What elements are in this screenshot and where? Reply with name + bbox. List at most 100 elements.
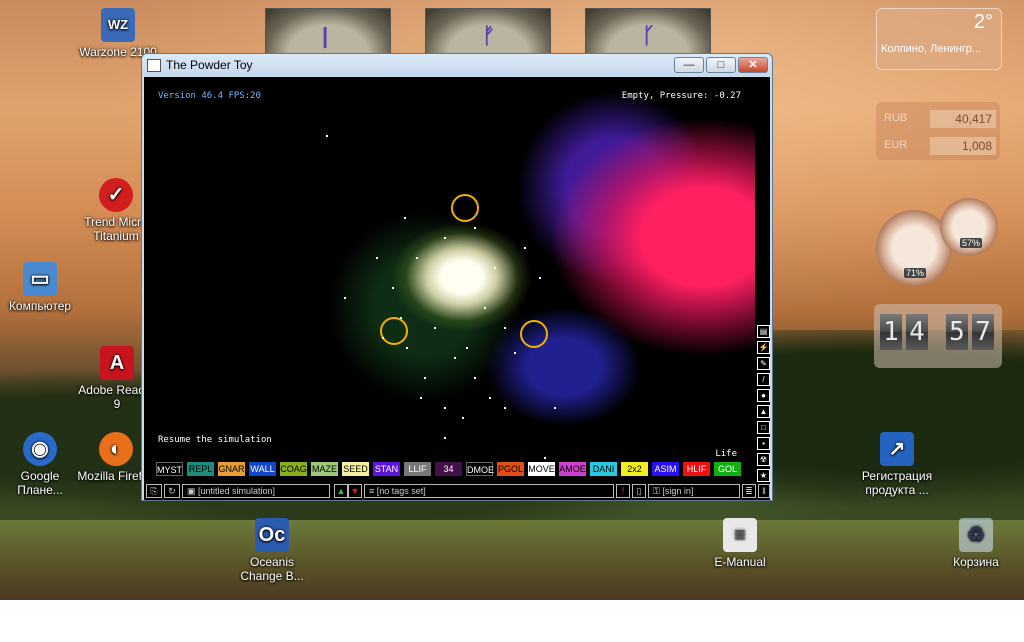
reload-icon[interactable]: ↻: [164, 484, 180, 498]
menu-life-icon[interactable]: ★: [757, 469, 770, 482]
particle: [382, 337, 384, 339]
particle: [494, 267, 496, 269]
desktop-icon-warzone[interactable]: WZ Warzone 2100: [76, 8, 160, 59]
powder-toy-window[interactable]: The Powder Toy — □ ✕ Version 46.4 FPS:20…: [141, 53, 773, 501]
currency-row-eur: EUR 1,008: [884, 137, 996, 155]
desktop: | ᚠ ᚴ WZ Warzone 2100 ✓ Trend Micro Tita…: [0, 0, 1024, 600]
gadget-thumbnail[interactable]: |: [265, 8, 391, 54]
save-name-field[interactable]: ▣ [untitled simulation]: [182, 484, 330, 498]
menu-gases-icon[interactable]: ▲: [757, 405, 770, 418]
app-icon: [147, 59, 161, 72]
particle: [466, 347, 468, 349]
element-button-maze[interactable]: MAZE: [311, 462, 338, 476]
particle: [416, 257, 418, 259]
element-button-myst[interactable]: MYST: [156, 462, 183, 476]
vote-down-icon[interactable]: ▼: [348, 484, 362, 498]
recycle-bin-icon: ♻: [959, 518, 993, 552]
menu-solids-icon[interactable]: □: [757, 421, 770, 434]
adobe-reader-icon: A: [100, 346, 134, 380]
desktop-icon-google-earth[interactable]: ◉ Google Плане...: [0, 432, 82, 497]
tags-field[interactable]: ≡ [no tags set]: [364, 484, 614, 498]
vote-up-icon[interactable]: ▲: [334, 484, 348, 498]
element-button-34[interactable]: 34: [435, 462, 462, 476]
selected-element-label: Life: [715, 449, 737, 459]
minimize-button[interactable]: —: [674, 57, 704, 73]
menu-radioactive-icon[interactable]: ☢: [757, 453, 770, 466]
particle: [489, 397, 491, 399]
flip-clock-gadget[interactable]: 1 4 5 7: [874, 304, 1002, 368]
element-button-gnar[interactable]: GNAR: [218, 462, 245, 476]
bottom-bar: ⎘ ↻ ▣ [untitled simulation] ▲ ▼ ≡ [no ta…: [144, 482, 770, 500]
particle: [406, 347, 408, 349]
weather-temperature: 2°: [973, 11, 993, 33]
particle: [420, 397, 422, 399]
element-button-seed[interactable]: SEED: [342, 462, 369, 476]
element-button-hlif[interactable]: HLIF: [683, 462, 710, 476]
element-button-repl[interactable]: REPL: [187, 462, 214, 476]
trend-micro-icon: ✓: [99, 178, 133, 212]
wallpaper-ground: [0, 520, 1024, 600]
element-button-asim[interactable]: ASIM: [652, 462, 679, 476]
element-button-stan[interactable]: STAN: [373, 462, 400, 476]
element-button-wall[interactable]: WALL: [249, 462, 276, 476]
element-button-pgol[interactable]: PGOL: [497, 462, 524, 476]
pause-icon[interactable]: ‖: [758, 484, 770, 498]
desktop-icon-recycle-bin[interactable]: ♻ Корзина: [934, 518, 1018, 569]
gadget-thumbnail[interactable]: ᚴ: [585, 8, 711, 54]
window-title: The Powder Toy: [166, 58, 253, 72]
registration-icon: ↗: [880, 432, 914, 466]
particle: [326, 135, 328, 137]
particle: [514, 352, 516, 354]
menu-force-icon[interactable]: /: [757, 373, 770, 386]
simulation-canvas[interactable]: Version 46.4 FPS:20 Empty, Pressure: -0.…: [144, 77, 755, 460]
weather-gadget[interactable]: 2° Колпино, Ленингр...: [876, 8, 1002, 70]
rune-icon: |: [322, 23, 329, 48]
element-toolbar: MYST REPL GNAR WALL COAG MAZE SEED STAN LLIF 34 DM…: [156, 462, 756, 476]
menu-liquids-icon[interactable]: ●: [757, 389, 770, 402]
particle: [400, 317, 402, 319]
element-button-gol[interactable]: GOL: [714, 462, 741, 476]
save-icon: ▣: [187, 486, 199, 496]
sign-in-button[interactable]: ⚿ [sign in]: [648, 484, 740, 498]
rune-icon: ᚴ: [642, 23, 656, 48]
element-button-coag[interactable]: COAG: [280, 462, 307, 476]
particle: [376, 257, 378, 259]
maximize-button[interactable]: □: [706, 57, 736, 73]
google-earth-icon: ◉: [23, 432, 57, 466]
close-button[interactable]: ✕: [738, 57, 768, 73]
desktop-icon-registration[interactable]: ↗ Регистрация продукта ...: [852, 432, 942, 497]
desktop-icon-emanual[interactable]: ≡ E-Manual: [698, 518, 782, 569]
warzone-icon: WZ: [101, 8, 135, 42]
window-titlebar[interactable]: The Powder Toy — □ ✕: [142, 54, 772, 76]
weather-city: Колпино, Ленингр...: [881, 43, 982, 55]
menu-electronics-icon[interactable]: ▤: [757, 325, 770, 338]
currency-gadget[interactable]: RUB 40,417 EUR 1,008: [876, 102, 1000, 160]
particle: [404, 217, 406, 219]
cpu-meter-gadget[interactable]: 71% 57%: [874, 196, 1004, 288]
particle: [444, 237, 446, 239]
brush-cursor-ring: [520, 320, 548, 348]
particle: [484, 307, 486, 309]
menu-special-icon[interactable]: ▪: [757, 437, 770, 450]
gadget-thumbnail[interactable]: ᚠ: [425, 8, 551, 54]
desktop-icon-oceanis[interactable]: Oc Oceanis Change B...: [230, 518, 314, 583]
brush-cursor-ring: [451, 194, 479, 222]
menu-powered-icon[interactable]: ⚡: [757, 341, 770, 354]
element-button-2x2[interactable]: 2x2: [621, 462, 648, 476]
firefox-icon: ◐: [99, 432, 133, 466]
element-button-move[interactable]: MOVE: [528, 462, 555, 476]
open-icon[interactable]: ⎘: [146, 484, 162, 498]
render-options-icon[interactable]: ≣: [742, 484, 756, 498]
element-button-dani[interactable]: DANI: [590, 462, 617, 476]
element-button-llif[interactable]: LLIF: [404, 462, 431, 476]
menu-sensor-icon[interactable]: ✎: [757, 357, 770, 370]
element-button-dmoe[interactable]: DMOE: [466, 462, 494, 476]
ram-gauge: 57%: [940, 198, 998, 256]
new-document-icon[interactable]: ▯: [632, 484, 646, 498]
report-icon[interactable]: !: [616, 484, 630, 498]
desktop-icon-computer[interactable]: ▭ Компьютер: [0, 262, 82, 313]
element-button-amoe[interactable]: AMOE: [559, 462, 586, 476]
category-menu: ▤ ⚡ ✎ / ● ▲ □ ▪ ☢ ★ ◆: [757, 325, 770, 500]
version-fps-label: Version 46.4 FPS:20: [158, 91, 261, 101]
currency-row-rub: RUB 40,417: [884, 110, 996, 128]
